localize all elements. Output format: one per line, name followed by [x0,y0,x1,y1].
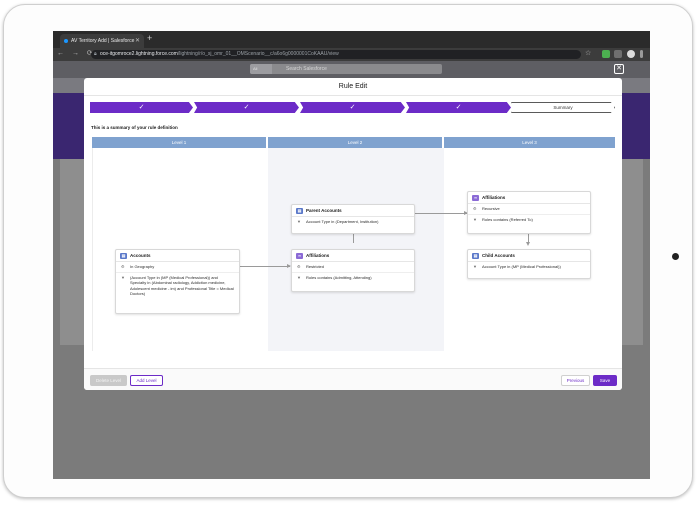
rule-edit-modal: Rule Edit ✓ ✓ ✓ ✓ Summary This is a summ… [84,78,622,390]
close-tab-icon[interactable]: ✕ [135,34,140,48]
accounts-geography-text: In Geography [130,264,155,269]
delete-level-button[interactable]: Delete Level [90,375,127,386]
search-scope-label: All [253,66,258,71]
affiliations-level-2-roles-row: ▼ Roles contains (Admitting, Attending) [292,273,414,283]
filter-icon: ▼ [473,264,477,269]
rule-canvas: Level 1 Level 2 Level 3 ▤ Accounts ⚙ In … [92,137,615,362]
affiliations-level-3-header: ∞ Affiliations [468,192,590,204]
parent-accounts-node-header: ▤ Parent Accounts [292,205,414,217]
path-step-2[interactable]: ✓ [194,102,299,113]
search-placeholder: Search Salesforce [286,66,327,72]
add-level-button[interactable]: Add Level [130,375,163,386]
account-object-icon: ▤ [296,208,303,214]
affiliations-level-2-title: Affiliations [306,253,330,258]
affiliations-level-2-roles-text: Roles contains (Admitting, Attending) [306,274,372,280]
affiliations-level-3-roles-row: ▼ Roles contains (Referred To) [468,215,590,225]
salesforce-header: Search Salesforce All [53,61,650,78]
connector-accounts-to-affiliations [240,266,290,267]
filter-icon: ▼ [121,274,125,280]
child-accounts-filter-text: Account Type in (MP (Medical Professiona… [482,264,561,269]
gear-icon: ⚙ [473,206,477,211]
affiliations-level-2-type-text: Restricted [306,264,325,269]
link-icon: ∞ [296,253,303,259]
child-accounts-filter-row: ▼ Account Type in (MP (Medical Professio… [468,262,590,272]
screen: AV Territory Add | Salesforce ✕ + ← → ⟳ … [53,31,650,479]
filter-icon: ▼ [473,216,477,222]
parent-accounts-node[interactable]: ▤ Parent Accounts ▼ Account Type in (Dep… [291,204,415,234]
accounts-node-header: ▤ Accounts [116,250,239,262]
path-step-4[interactable]: ✓ [406,102,511,113]
path-step-3[interactable]: ✓ [300,102,405,113]
child-accounts-node-title: Child Accounts [482,253,515,258]
accounts-geography-row: ⚙ In Geography [116,262,239,273]
child-accounts-node-header: ▤ Child Accounts [468,250,590,262]
level-1-header: Level 1 [92,137,266,148]
new-tab-icon[interactable]: + [147,33,152,43]
parent-accounts-filter-text: Account Type in (Department, Institution… [306,219,379,224]
connector-parent-to-affiliations-l3 [415,213,467,214]
extension-green-icon[interactable] [602,50,610,58]
modal-footer: Delete Level Add Level Previous Save [84,368,622,390]
tablet-frame: AV Territory Add | Salesforce ✕ + ← → ⟳ … [3,4,693,498]
affiliations-level-3-type-text: Recursive [482,206,500,211]
global-search-input[interactable]: Search Salesforce [250,64,442,74]
save-button[interactable]: Save [593,375,617,386]
extension-grey-icon[interactable] [614,50,622,58]
accounts-node[interactable]: ▤ Accounts ⚙ In Geography ▼ (Account Typ… [115,249,240,314]
accounts-filter-text: (Account Type in (MP (Medical Profession… [130,274,234,297]
link-icon: ∞ [472,195,479,201]
tablet-camera [672,253,679,260]
affiliations-level-3-type-row: ⚙ Recursive [468,204,590,215]
filter-icon: ▼ [297,274,301,280]
url-host: oce-itgomroce2.lightning.force.com [100,51,178,57]
modal-title: Rule Edit [84,78,622,96]
search-scope-select[interactable]: All [250,64,272,74]
affiliations-level-3-node[interactable]: ∞ Affiliations ⚙ Recursive ▼ Roles conta… [467,191,591,234]
path-step-1[interactable]: ✓ [90,102,193,113]
url-field[interactable]: 🔒︎ oce-itgomroce2.lightning.force.com/li… [91,50,581,59]
affiliations-level-2-node[interactable]: ∞ Affiliations ⚙ Restricted ▼ Roles cont… [291,249,415,292]
parent-accounts-node-title: Parent Accounts [306,208,342,213]
parent-accounts-filter-row: ▼ Account Type in (Department, Instituti… [292,217,414,227]
affiliations-level-3-title: Affiliations [482,195,506,200]
browser-tab-bar: AV Territory Add | Salesforce ✕ + [53,31,650,48]
account-object-icon: ▤ [472,253,479,259]
account-object-icon: ▤ [120,253,127,259]
affiliations-level-2-header: ∞ Affiliations [292,250,414,262]
level-3-header: Level 3 [444,137,615,148]
url-path: /lightning/r/o_sj_omr_01__OMScenario__c/… [177,51,339,57]
browser-tab[interactable]: AV Territory Add | Salesforce ✕ [60,34,144,48]
gear-icon: ⚙ [297,264,301,269]
progress-path: ✓ ✓ ✓ ✓ Summary [90,102,615,113]
close-modal-icon[interactable]: ✕ [614,64,624,74]
accounts-node-title: Accounts [130,253,151,258]
menu-dots-icon[interactable] [640,50,643,58]
path-step-summary[interactable]: Summary [511,102,615,113]
browser-address-bar: ← → ⟳ 🔒︎ oce-itgomroce2.lightning.force.… [53,48,650,61]
back-forward-reload-icon[interactable]: ← → ⟳ [57,49,96,57]
lock-icon: 🔒︎ [94,51,97,57]
affiliations-level-3-roles-text: Roles contains (Referred To) [482,216,533,222]
child-accounts-node[interactable]: ▤ Child Accounts ▼ Account Type in (MP (… [467,249,591,279]
arrow-down-icon [526,242,530,246]
profile-icon[interactable] [627,50,635,58]
gear-icon: ⚙ [121,264,125,269]
bookmark-star-icon[interactable]: ☆ [585,49,591,57]
previous-button[interactable]: Previous [561,375,590,386]
filter-icon: ▼ [297,219,301,224]
level-2-header: Level 2 [268,137,442,148]
summary-heading: This is a summary of your rule definitio… [91,125,178,130]
browser-tab-title: AV Territory Add | Salesforce [71,38,135,44]
affiliations-level-2-type-row: ⚙ Restricted [292,262,414,273]
salesforce-favicon-icon [64,39,68,43]
accounts-filter-row: ▼ (Account Type in (MP (Medical Professi… [116,273,239,299]
